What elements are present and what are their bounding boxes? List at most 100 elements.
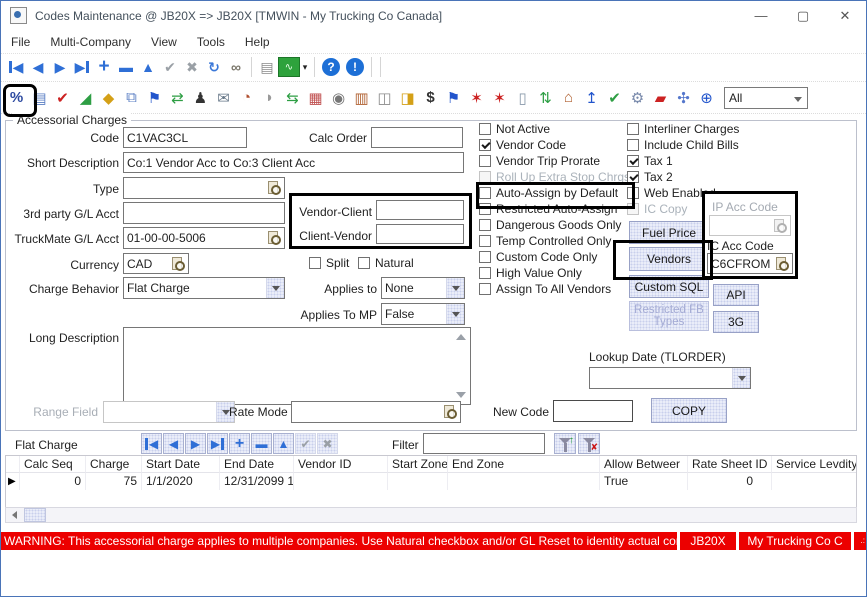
pin-arrow-icon[interactable]: ↥ [580, 86, 603, 109]
natural-checkbox[interactable]: Natural [358, 256, 414, 272]
first-record-icon[interactable]: ◀ [5, 56, 27, 78]
checkbox-box[interactable] [479, 203, 491, 215]
checkbox-box[interactable] [627, 139, 639, 151]
lookup-date-select[interactable] [589, 367, 751, 389]
grid-col-calc-seq[interactable]: Calc Seq [20, 456, 86, 473]
vendor-client-field[interactable] [376, 200, 464, 220]
next-record-icon[interactable]: ▶ [49, 56, 71, 78]
cell-allow-between[interactable]: True [600, 473, 688, 490]
cell-start-zone[interactable] [388, 473, 448, 490]
lookup-icon[interactable] [267, 181, 281, 195]
checkbox-box[interactable] [479, 251, 491, 263]
gears-icon[interactable]: ⚙ [626, 86, 649, 109]
checkbox-interliner-charges[interactable]: Interliner Charges [627, 122, 739, 135]
checkbox-box[interactable] [627, 171, 639, 183]
prior-record-icon[interactable]: ◀ [163, 433, 184, 454]
chevron-down-icon[interactable] [732, 368, 750, 388]
camera-icon[interactable]: ◉ [327, 86, 350, 109]
checkbox-tax-2[interactable]: Tax 2 [627, 170, 739, 183]
applies-to-mp-select[interactable]: False [381, 303, 465, 325]
table-row[interactable]: ▶ 0 75 1/1/2020 12/31/2099 11: True 0 [6, 473, 856, 490]
truckmate-gl-field[interactable]: 01-00-00-5006 [123, 227, 285, 249]
person-icon[interactable]: ♟ [189, 86, 212, 109]
grid-col-rate-sheet-id[interactable]: Rate Sheet ID [688, 456, 772, 473]
checkbox-include-child-bills[interactable]: Include Child Bills [627, 138, 739, 151]
custom-sql-button[interactable]: Custom SQL [629, 275, 709, 298]
cell-vendor-id[interactable] [294, 473, 388, 490]
checkbox-box[interactable] [479, 155, 491, 167]
checkbox-temp-controlled-only[interactable]: Temp Controlled Only [479, 234, 630, 247]
chevron-down-icon[interactable] [446, 304, 464, 324]
refresh-icon[interactable]: ↻ [203, 56, 225, 78]
database-icon[interactable]: ◫ [373, 86, 396, 109]
print-icon[interactable]: ▤ [256, 56, 278, 78]
cell-charge[interactable]: 75 [86, 473, 142, 490]
checkbox-box[interactable] [479, 235, 491, 247]
post-edit-icon[interactable]: ✔ [159, 56, 181, 78]
checkbox-box[interactable] [479, 219, 491, 231]
car-icon[interactable]: ▰ [649, 86, 672, 109]
help-icon[interactable]: ? [322, 58, 340, 76]
maximize-button[interactable]: ▢ [782, 1, 824, 30]
checkbox-box[interactable] [479, 187, 491, 199]
grid-col-charge[interactable]: Charge [86, 456, 142, 473]
cell-end-zone[interactable] [448, 473, 600, 490]
shield-icon[interactable]: ◆ [97, 86, 120, 109]
link-arrows-icon[interactable]: ⇆ [281, 86, 304, 109]
list-icon[interactable]: ▤ [28, 86, 51, 109]
percent-codes-icon[interactable]: % [5, 86, 28, 109]
chevron-down-icon[interactable] [446, 278, 464, 298]
search-icon[interactable]: ∞ [225, 56, 247, 78]
menu-view[interactable]: View [141, 35, 187, 49]
checkbox-dangerous-goods-only[interactable]: Dangerous Goods Only [479, 218, 630, 231]
scroll-left-icon[interactable] [6, 508, 22, 522]
third-party-gl-field[interactable] [123, 202, 285, 224]
scroll-down-icon[interactable] [456, 392, 466, 398]
grid-col-start-date[interactable]: Start Date [142, 456, 220, 473]
rate-mode-field[interactable] [291, 401, 461, 423]
cell-calc-seq[interactable]: 0 [20, 473, 86, 490]
propeller-icon[interactable]: ✣ [672, 86, 695, 109]
vendors-button[interactable]: Vendors [629, 247, 709, 271]
lookup-icon[interactable] [443, 405, 457, 419]
delete-record-icon[interactable]: ▬ [251, 433, 272, 454]
flag-icon[interactable]: ⚑ [143, 86, 166, 109]
seal-icon[interactable]: ◗ [258, 86, 281, 109]
menu-help[interactable]: Help [235, 35, 280, 49]
short-description-field[interactable]: Co:1 Vendor Acc to Co:3 Client Acc [123, 152, 464, 173]
globe-icon[interactable]: ⊕ [695, 86, 718, 109]
copy-button[interactable]: COPY [651, 398, 727, 423]
checkbox-box[interactable] [627, 123, 639, 135]
long-description-field[interactable] [123, 327, 471, 405]
checkbox-tax-1[interactable]: Tax 1 [627, 154, 739, 167]
lookup-icon[interactable] [171, 257, 185, 271]
checkbox-box[interactable] [627, 155, 639, 167]
transfer-box-icon[interactable]: ⇄ [166, 86, 189, 109]
factory-icon[interactable]: ▥ [350, 86, 373, 109]
last-record-icon[interactable]: ▶ [71, 56, 93, 78]
grid-col-start-zone[interactable]: Start Zone [388, 456, 448, 473]
menu-file[interactable]: File [1, 35, 40, 49]
ic-acc-code-field[interactable]: C6CFROM [707, 253, 793, 274]
checkbox-box[interactable] [479, 267, 491, 279]
copy-pages-icon[interactable]: ⧉ [120, 86, 143, 109]
checkbox-vendor-trip-prorate[interactable]: Vendor Trip Prorate [479, 154, 630, 167]
checkbox-box[interactable] [479, 283, 491, 295]
invoice-icon[interactable]: $ [419, 86, 442, 109]
scroll-up-icon[interactable] [456, 334, 466, 340]
mail-icon[interactable]: ✉ [212, 86, 235, 109]
grid-col-vendor-id[interactable]: Vendor ID [294, 456, 388, 473]
grid-horizontal-scrollbar[interactable] [5, 507, 857, 523]
grid-col-end-date[interactable]: End Date [220, 456, 294, 473]
insert-record-icon[interactable]: + [229, 433, 250, 454]
checkbox-assign-to-all-vendors[interactable]: Assign To All Vendors [479, 282, 630, 295]
cell-start-date[interactable]: 1/1/2020 [142, 473, 220, 490]
home-icon[interactable]: ⌂ [557, 86, 580, 109]
filter-input[interactable] [423, 433, 545, 454]
checkbox-restricted-auto-assign[interactable]: Restricted Auto-Assign [479, 202, 630, 215]
lookup-icon[interactable] [267, 231, 281, 245]
checkbox-box[interactable] [627, 187, 639, 199]
grid-col-service-level[interactable]: Service Levdity [772, 456, 856, 473]
cell-service-level[interactable] [772, 473, 856, 490]
calc-order-field[interactable] [371, 127, 463, 148]
